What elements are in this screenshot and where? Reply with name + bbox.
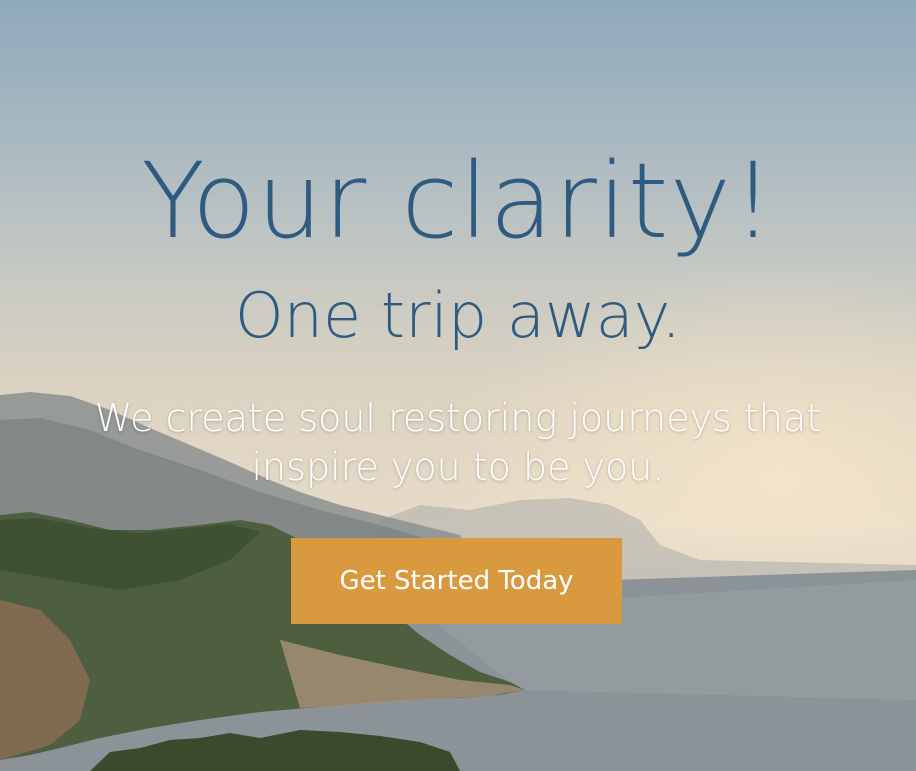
hero-title: Your clarity! [141, 140, 775, 262]
get-started-button[interactable]: Get Started Today [291, 538, 622, 624]
hero-tagline: We create soul restoring journeys that i… [94, 396, 822, 490]
coastal-landscape-image [0, 392, 916, 771]
hero-section: Your clarity! One trip away. We create s… [0, 0, 916, 771]
hero-subtitle: One trip away. [234, 279, 682, 352]
